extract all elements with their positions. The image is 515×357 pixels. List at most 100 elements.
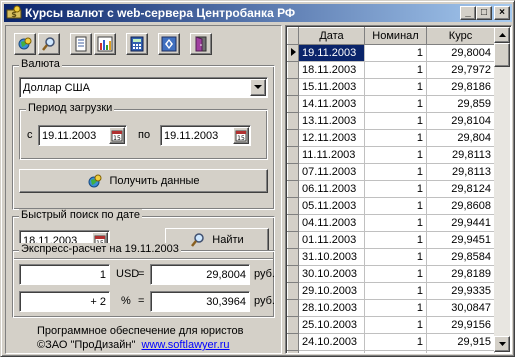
grid-row[interactable]: 06.11.2003 1 29,8124 xyxy=(287,180,495,198)
grid-row[interactable]: 14.11.2003 1 29,859 xyxy=(287,95,495,113)
cell-rate[interactable]: 29,9335 xyxy=(426,282,495,300)
cell-date[interactable]: 19.11.2003 xyxy=(298,44,365,62)
cell-nominal[interactable]: 1 xyxy=(364,265,427,283)
cell-rate[interactable]: 29,8608 xyxy=(426,197,495,215)
calc-percent-input[interactable]: + 2 xyxy=(19,291,110,312)
row-indicator[interactable] xyxy=(287,180,299,198)
cell-date[interactable]: 31.10.2003 xyxy=(298,248,365,266)
cell-rate[interactable]: 29,859 xyxy=(426,95,495,113)
cell-nominal[interactable]: 1 xyxy=(364,214,427,232)
cell-date[interactable]: 18.11.2003 xyxy=(298,61,365,79)
toolbar-exit-button[interactable] xyxy=(190,33,212,55)
cell-nominal[interactable]: 1 xyxy=(364,129,427,147)
cell-rate[interactable]: 29,8113 xyxy=(426,146,495,164)
row-indicator[interactable] xyxy=(287,197,299,215)
cell-date[interactable]: 29.10.2003 xyxy=(298,282,365,300)
toolbar-calculator-button[interactable] xyxy=(126,33,148,55)
cell-date[interactable]: 25.10.2003 xyxy=(298,316,365,334)
title-bar[interactable]: $ Курсы валют с web-сервера Центробанка … xyxy=(4,4,512,22)
close-button[interactable]: × xyxy=(494,6,510,20)
cell-rate[interactable]: 29,8113 xyxy=(426,163,495,181)
cell-rate[interactable]: 29,8004 xyxy=(426,44,495,62)
cell-date[interactable]: 15.11.2003 xyxy=(298,78,365,96)
minimize-button[interactable]: _ xyxy=(460,6,476,20)
cell-date[interactable]: 13.11.2003 xyxy=(298,112,365,130)
row-indicator[interactable] xyxy=(287,350,299,353)
cell-nominal[interactable]: 1 xyxy=(364,180,427,198)
cell-nominal[interactable]: 1 xyxy=(364,112,427,130)
grid-row[interactable]: 29.10.2003 1 29,9335 xyxy=(287,282,495,300)
cell-date[interactable]: 24.10.2003 xyxy=(298,333,365,351)
cell-nominal[interactable]: 1 xyxy=(364,282,427,300)
grid-vertical-scrollbar[interactable] xyxy=(494,27,510,352)
row-indicator[interactable] xyxy=(287,163,299,181)
cell-rate[interactable]: 29,9441 xyxy=(426,214,495,232)
cell-rate[interactable]: 29,8104 xyxy=(426,112,495,130)
cell-rate[interactable]: 29,7972 xyxy=(426,61,495,79)
grid-row[interactable]: 04.11.2003 1 29,9441 xyxy=(287,214,495,232)
cell-date[interactable]: 04.11.2003 xyxy=(298,214,365,232)
toolbar-fetch-button[interactable] xyxy=(14,33,36,55)
row-indicator[interactable] xyxy=(287,282,299,300)
grid-row[interactable]: 30.10.2003 1 29,8189 xyxy=(287,265,495,283)
toolbar-chart-button[interactable] xyxy=(94,33,116,55)
toolbar-about-button[interactable] xyxy=(158,33,180,55)
row-indicator[interactable] xyxy=(287,112,299,130)
row-indicator[interactable] xyxy=(287,248,299,266)
cell-date[interactable]: 05.11.2003 xyxy=(298,197,365,215)
row-indicator[interactable] xyxy=(287,78,299,96)
grid-column-rate[interactable]: Курс xyxy=(426,27,495,45)
cell-rate[interactable]: 29,8584 xyxy=(426,248,495,266)
row-indicator[interactable] xyxy=(287,95,299,113)
grid-row[interactable]: 18.11.2003 1 29,7972 xyxy=(287,61,495,79)
footer-website-link[interactable]: www.softlawyer.ru xyxy=(142,339,230,351)
currency-dropdown-button[interactable] xyxy=(250,79,266,96)
row-indicator[interactable] xyxy=(287,333,299,351)
toolbar-report-button[interactable] xyxy=(70,33,92,55)
cell-date[interactable]: 11.11.2003 xyxy=(298,146,365,164)
cell-date[interactable]: 14.11.2003 xyxy=(298,95,365,113)
cell-nominal[interactable]: 1 xyxy=(364,146,427,164)
grid-row[interactable]: 19.11.2003 1 29,8004 xyxy=(287,44,495,62)
row-indicator[interactable] xyxy=(287,146,299,164)
cell-rate[interactable]: 29,9156 xyxy=(426,316,495,334)
cell-nominal[interactable]: 1 xyxy=(364,350,427,353)
cell-rate[interactable]: 29,8186 xyxy=(426,78,495,96)
row-indicator[interactable] xyxy=(287,61,299,79)
period-to-input[interactable]: 19.11.2003 15 xyxy=(160,125,251,146)
fetch-data-button[interactable]: Получить данные xyxy=(19,169,268,193)
cell-rate[interactable]: 29,915 xyxy=(426,333,495,351)
cell-date[interactable]: 30.10.2003 xyxy=(298,265,365,283)
row-indicator[interactable] xyxy=(287,231,299,249)
grid-row[interactable]: 24.10.2003 1 29,915 xyxy=(287,333,495,351)
grid-row[interactable]: 23.10.2003129,9206 xyxy=(287,350,495,353)
cell-nominal[interactable]: 1 xyxy=(364,78,427,96)
grid-row[interactable]: 05.11.2003 1 29,8608 xyxy=(287,197,495,215)
cell-rate[interactable]: 29,9451 xyxy=(426,231,495,249)
cell-nominal[interactable]: 1 xyxy=(364,248,427,266)
cell-nominal[interactable]: 1 xyxy=(364,44,427,62)
rates-grid[interactable]: Дата Номинал Курс 19.11.2003 1 29,8004 18.1… xyxy=(285,25,512,354)
currency-select[interactable]: Доллар США xyxy=(19,77,268,98)
row-indicator[interactable] xyxy=(287,299,299,317)
row-indicator[interactable] xyxy=(287,44,299,62)
cell-nominal[interactable]: 1 xyxy=(364,316,427,334)
toolbar-search-button[interactable] xyxy=(38,33,60,55)
cell-nominal[interactable]: 1 xyxy=(364,231,427,249)
row-indicator[interactable] xyxy=(287,214,299,232)
row-indicator[interactable] xyxy=(287,316,299,334)
grid-column-date[interactable]: Дата xyxy=(298,27,365,45)
row-indicator[interactable] xyxy=(287,265,299,283)
grid-row[interactable]: 01.11.2003 1 29,9451 xyxy=(287,231,495,249)
period-from-input[interactable]: 19.11.2003 15 xyxy=(38,125,127,146)
grid-row[interactable]: 11.11.2003 1 29,8113 xyxy=(287,146,495,164)
cell-date[interactable]: 12.11.2003 xyxy=(298,129,365,147)
period-from-calendar-button[interactable]: 15 xyxy=(109,127,125,144)
grid-row[interactable]: 12.11.2003 1 29,804 xyxy=(287,129,495,147)
cell-rate[interactable]: 29,9206 xyxy=(426,350,495,353)
grid-row[interactable]: 28.10.2003 1 30,0847 xyxy=(287,299,495,317)
grid-row[interactable]: 31.10.2003 1 29,8584 xyxy=(287,248,495,266)
calc-amount-input[interactable]: 1 xyxy=(19,264,110,285)
cell-date[interactable]: 28.10.2003 xyxy=(298,299,365,317)
cell-date[interactable]: 07.11.2003 xyxy=(298,163,365,181)
